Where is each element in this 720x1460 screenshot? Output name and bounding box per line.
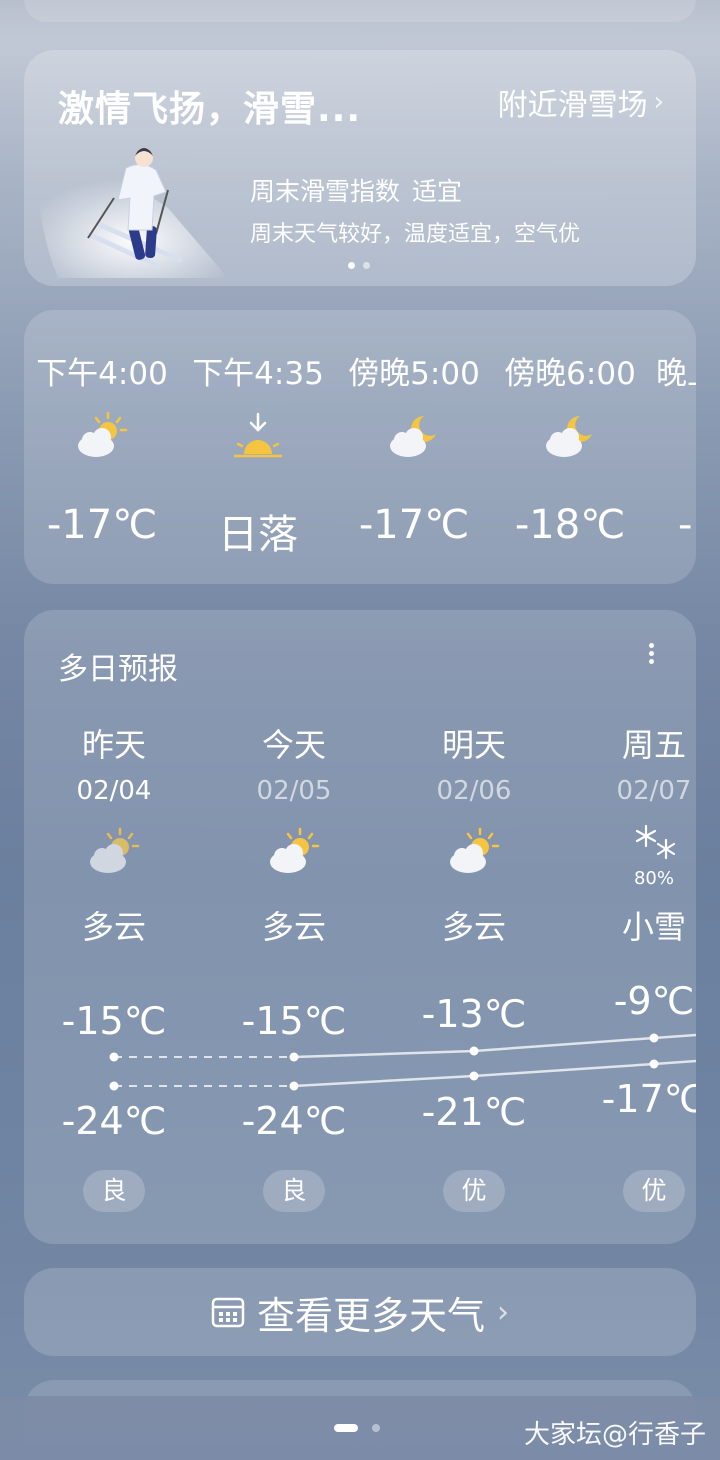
hourly-forecast-card[interactable]: 下午4:00 -17℃ 下午4:35 日落 傍晚5:00 -17℃ 傍晚6:00 xyxy=(24,310,696,584)
carousel-indicator xyxy=(348,262,370,269)
high-temp-label: -15℃ xyxy=(242,999,347,1043)
nearby-ski-resorts-link[interactable]: 附近滑雪场 › xyxy=(498,80,664,124)
day-condition: 小雪 xyxy=(621,908,686,946)
day-condition: 多云 xyxy=(81,908,146,946)
air-quality-badge: 良 xyxy=(263,1170,325,1212)
high-point xyxy=(469,1046,479,1056)
ski-index-label: 周末滑雪指数 xyxy=(250,177,401,206)
ski-index-value: 适宜 xyxy=(412,177,463,206)
chevron-right-icon: › xyxy=(653,87,664,117)
precip-probability: 80% xyxy=(633,868,674,889)
day-name: 周五 xyxy=(621,726,686,764)
low-point xyxy=(649,1059,659,1069)
hour-temperature: -18℃ xyxy=(514,502,626,548)
sunset-icon xyxy=(234,412,282,458)
day-condition: 多云 xyxy=(261,908,326,946)
partly-cloudy-day-icon xyxy=(90,827,140,873)
chevron-right-icon: › xyxy=(497,1294,509,1330)
hour-time: 傍晚6:00 xyxy=(504,356,636,392)
hour-temperature: - xyxy=(678,502,693,548)
air-quality-badge: 优 xyxy=(623,1170,685,1212)
weekend-ski-index: 周末滑雪指数 适宜 xyxy=(250,172,462,208)
low-point xyxy=(109,1081,119,1091)
skier-illustration xyxy=(38,148,228,278)
high-point xyxy=(109,1052,119,1062)
low-point xyxy=(289,1081,299,1091)
partly-cloudy-night-icon xyxy=(546,416,592,457)
air-quality-badge: 良 xyxy=(83,1170,145,1212)
high-temp-label: -9℃ xyxy=(614,979,695,1023)
high-point xyxy=(289,1052,299,1062)
low-point xyxy=(469,1071,479,1081)
hour-time: 晚上 xyxy=(656,356,696,392)
nearby-ski-resorts-label: 附近滑雪场 xyxy=(497,88,648,123)
hour-temperature: -17℃ xyxy=(358,502,470,548)
day-condition: 多云 xyxy=(441,908,506,946)
hour-time: 傍晚5:00 xyxy=(348,356,480,392)
high-temp-label: -13℃ xyxy=(422,992,527,1036)
watermark: 大家坛@行香子 xyxy=(523,1420,706,1450)
previous-card-edge xyxy=(0,0,720,40)
page-indicator[interactable] xyxy=(334,1424,380,1432)
day-name: 明天 xyxy=(441,726,506,764)
high-temp-label: -15℃ xyxy=(62,999,167,1043)
day-date: 02/04 xyxy=(76,776,152,806)
calendar-icon xyxy=(211,1297,245,1328)
low-temp-label: -24℃ xyxy=(242,1099,347,1143)
view-more-weather-label: 查看更多天气 xyxy=(256,1293,485,1338)
partly-cloudy-night-icon xyxy=(390,416,436,457)
ski-description: 周末天气较好，温度适宜，空气优 xyxy=(250,222,581,247)
low-temp-label: -24℃ xyxy=(62,1099,167,1143)
low-temp-label: -21℃ xyxy=(422,1090,527,1134)
high-point xyxy=(649,1033,659,1043)
hour-time: 下午4:00 xyxy=(36,356,168,392)
day-date: 02/07 xyxy=(616,776,692,806)
day-date: 02/06 xyxy=(436,776,512,806)
hour-time: 下午4:35 xyxy=(192,356,324,392)
ski-recommendation-card[interactable]: 激情飞扬，滑雪... 附近滑雪场 › 周末滑雪指数 适宜 周末天气较好，温度适宜，… xyxy=(24,50,696,286)
high-temperature-line xyxy=(114,1033,696,1059)
partly-cloudy-day-icon xyxy=(78,411,128,457)
air-quality-badge: 优 xyxy=(443,1170,505,1212)
partly-cloudy-day-icon xyxy=(450,827,500,873)
day-date: 02/05 xyxy=(256,776,332,806)
hour-temperature: -17℃ xyxy=(46,502,158,548)
hour-temperature: 日落 xyxy=(218,512,298,558)
snow-icon xyxy=(635,824,676,860)
day-name: 昨天 xyxy=(81,726,146,764)
ski-card-title: 激情飞扬，滑雪... xyxy=(58,89,362,130)
view-more-weather-button[interactable]: 查看更多天气 › xyxy=(24,1268,696,1356)
day-name: 今天 xyxy=(261,726,326,764)
partly-cloudy-day-icon xyxy=(270,827,320,873)
multi-day-forecast-card[interactable]: 多日预报 -15℃ -15℃ -13℃ -9℃ -24℃ -24℃ -21℃ -… xyxy=(24,610,696,1244)
low-temp-label: -17℃ xyxy=(602,1077,696,1121)
